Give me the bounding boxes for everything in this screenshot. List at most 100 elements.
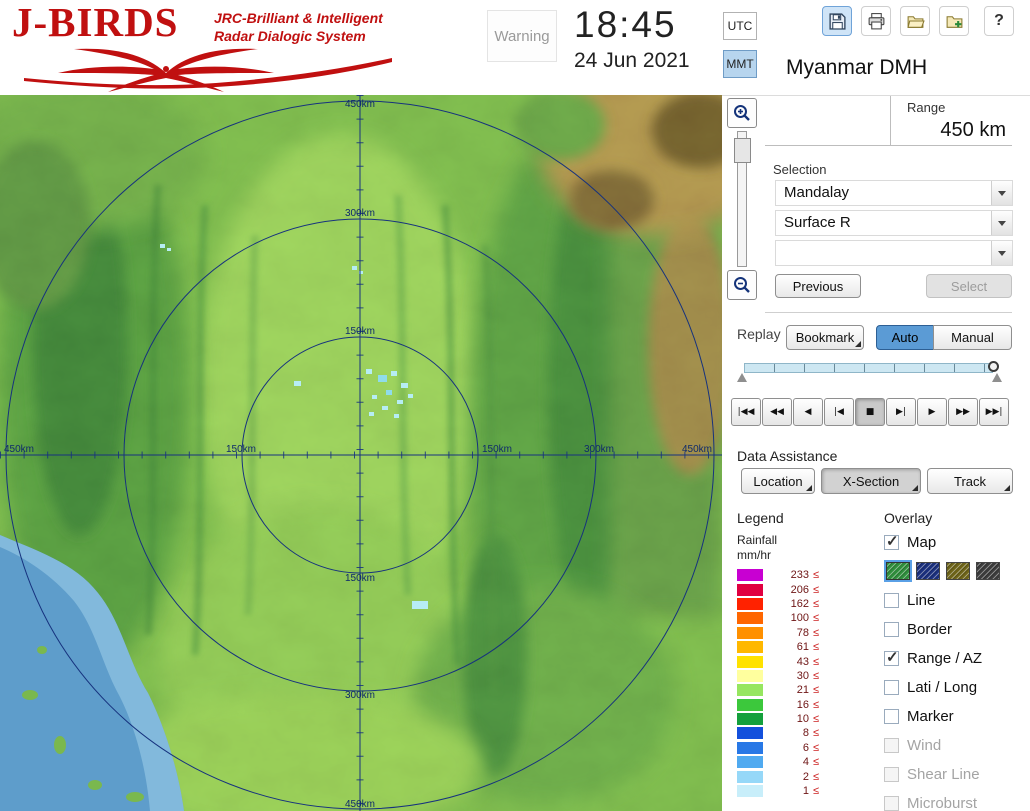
x-section-button[interactable]: X-Section bbox=[821, 468, 921, 494]
legend-value: 233 bbox=[790, 569, 809, 582]
legend-row: 6 ≤ bbox=[737, 741, 819, 755]
location-button[interactable]: Location bbox=[741, 468, 815, 494]
previous-button[interactable]: Previous bbox=[775, 274, 861, 298]
range-ring-label: 150km bbox=[345, 326, 375, 337]
timezone-toggle: UTC MMT bbox=[723, 12, 757, 78]
product-dropdown[interactable]: Surface R bbox=[775, 210, 1013, 236]
legend-swatch bbox=[737, 727, 763, 740]
legend-lte: ≤ bbox=[813, 756, 820, 769]
pb-stepback-button[interactable]: |◀ bbox=[824, 398, 854, 426]
import-button[interactable] bbox=[939, 6, 969, 36]
help-button[interactable]: ? bbox=[984, 6, 1014, 36]
range-ring-label: 300km bbox=[345, 690, 375, 701]
range-ring-label: 450km bbox=[682, 444, 712, 455]
overlay-item-range-az[interactable]: Range / AZ bbox=[884, 648, 1017, 667]
radar-map-canvas: 450km 300km 150km 150km 300km 450km 450k… bbox=[0, 95, 722, 811]
legend-swatch bbox=[737, 597, 763, 610]
overlay-item-label: Shear Line bbox=[907, 765, 980, 783]
range-label: Range bbox=[907, 100, 946, 115]
chevron-down-icon[interactable] bbox=[991, 211, 1012, 235]
station-title: Myanmar DMH bbox=[786, 56, 928, 79]
legend-value: 4 bbox=[802, 756, 809, 769]
legend-lte: ≤ bbox=[813, 698, 820, 711]
legend-value: 2 bbox=[802, 770, 809, 783]
print-button[interactable] bbox=[861, 6, 891, 36]
replay-timeline[interactable] bbox=[737, 360, 1005, 384]
pb-stop-button[interactable]: ■ bbox=[855, 398, 885, 426]
overlay-panel: Overlay Map Line bbox=[884, 510, 1017, 811]
divider bbox=[765, 312, 1012, 313]
extra-dropdown[interactable] bbox=[775, 240, 1013, 266]
hatch-pattern bbox=[947, 563, 969, 579]
radar-map[interactable]: 450km 300km 150km 150km 300km 450km 450k… bbox=[0, 95, 722, 811]
track-button[interactable]: Track bbox=[927, 468, 1013, 494]
legend-value: 10 bbox=[796, 713, 809, 726]
map-color-swatch-navy[interactable] bbox=[916, 562, 940, 580]
bookmark-button[interactable]: Bookmark bbox=[786, 325, 864, 350]
pb-play-button[interactable]: ▶ bbox=[917, 398, 947, 426]
overlay-item-label: Range / AZ bbox=[907, 649, 983, 667]
legend-value: 30 bbox=[796, 669, 809, 682]
clock-date: 24 Jun 2021 bbox=[574, 49, 690, 72]
logo-subtitle-line2: Radar Dialogic System bbox=[214, 28, 366, 44]
timeline-start-marker[interactable] bbox=[737, 373, 747, 382]
site-dropdown[interactable]: Mandalay bbox=[775, 180, 1013, 206]
mmt-button[interactable]: MMT bbox=[723, 50, 757, 78]
checkbox-icon bbox=[884, 679, 899, 695]
checkbox-icon bbox=[884, 737, 899, 753]
legend-value: 43 bbox=[796, 655, 809, 668]
legend-value: 100 bbox=[790, 612, 809, 625]
map-color-swatch-olive[interactable] bbox=[946, 562, 970, 580]
legend-swatch bbox=[737, 770, 763, 783]
legend-value: 61 bbox=[796, 641, 809, 654]
replay-manual-button[interactable]: Manual bbox=[933, 325, 1012, 350]
timeline-position-handle[interactable] bbox=[988, 361, 999, 372]
legend-row: 2 ≤ bbox=[737, 769, 819, 783]
pb-rewind-button[interactable]: ◀◀ bbox=[762, 398, 792, 426]
overlay-item-lati-long[interactable]: Lati / Long bbox=[884, 678, 1017, 696]
legend-lte: ≤ bbox=[813, 741, 820, 754]
save-button[interactable] bbox=[822, 6, 852, 36]
overlay-item-label: Lati / Long bbox=[907, 678, 978, 696]
logo-title: J-BIRDS bbox=[12, 0, 179, 45]
clock-time: 18:45 bbox=[574, 4, 677, 45]
map-color-swatch-green[interactable] bbox=[884, 560, 912, 582]
legend-lte: ≤ bbox=[813, 669, 820, 682]
legend-swatch bbox=[737, 785, 763, 798]
legend-value: 16 bbox=[796, 698, 809, 711]
chevron-down-icon[interactable] bbox=[991, 241, 1012, 265]
overlay-item-marker[interactable]: Marker bbox=[884, 707, 1017, 725]
timeline-track[interactable] bbox=[744, 363, 993, 373]
floppy-icon bbox=[828, 12, 846, 30]
open-folder-button[interactable] bbox=[900, 6, 930, 36]
pb-forward-button[interactable]: ▶▶ bbox=[948, 398, 978, 426]
pb-first-button[interactable]: |◀◀ bbox=[731, 398, 761, 426]
legend-row: 233 ≤ bbox=[737, 568, 819, 582]
overlay-item-map[interactable]: Map bbox=[884, 532, 1017, 551]
select-button[interactable]: Select bbox=[926, 274, 1012, 298]
legend-swatch bbox=[737, 641, 763, 654]
timeline-end-marker[interactable] bbox=[992, 373, 1002, 382]
legend-lte: ≤ bbox=[813, 713, 820, 726]
overlay-item-line[interactable]: Line bbox=[884, 591, 1017, 609]
map-color-swatch-gray[interactable] bbox=[976, 562, 1000, 580]
range-ring-label: 450km bbox=[4, 444, 34, 455]
rainfall-legend: Rainfall mm/hr 233 ≤ 206 ≤ 162 ≤ 100 ≤ 78 ≤ 6… bbox=[737, 533, 819, 798]
legend-swatch bbox=[737, 698, 763, 711]
chevron-down-icon[interactable] bbox=[991, 181, 1012, 205]
playback-controls: |◀◀ ◀◀ ◀ |◀ ■ ▶| ▶ ▶▶ ▶▶| bbox=[731, 398, 1009, 426]
utc-button[interactable]: UTC bbox=[723, 12, 757, 40]
pb-stepfwd-button[interactable]: ▶| bbox=[886, 398, 916, 426]
map-color-swatches bbox=[884, 560, 1017, 582]
legend-swatch bbox=[737, 741, 763, 754]
main-content: 450km 300km 150km 150km 300km 450km 450k… bbox=[0, 95, 1030, 811]
replay-auto-button[interactable]: Auto bbox=[876, 325, 934, 350]
overlay-item-border[interactable]: Border bbox=[884, 620, 1017, 638]
legend-swatch bbox=[737, 713, 763, 726]
legend-value: 162 bbox=[790, 597, 809, 610]
pb-reverse-button[interactable]: ◀ bbox=[793, 398, 823, 426]
range-ring-label: 150km bbox=[226, 444, 256, 455]
pb-last-button[interactable]: ▶▶| bbox=[979, 398, 1009, 426]
checkbox-icon bbox=[884, 795, 899, 811]
legend-lte: ≤ bbox=[813, 727, 820, 740]
